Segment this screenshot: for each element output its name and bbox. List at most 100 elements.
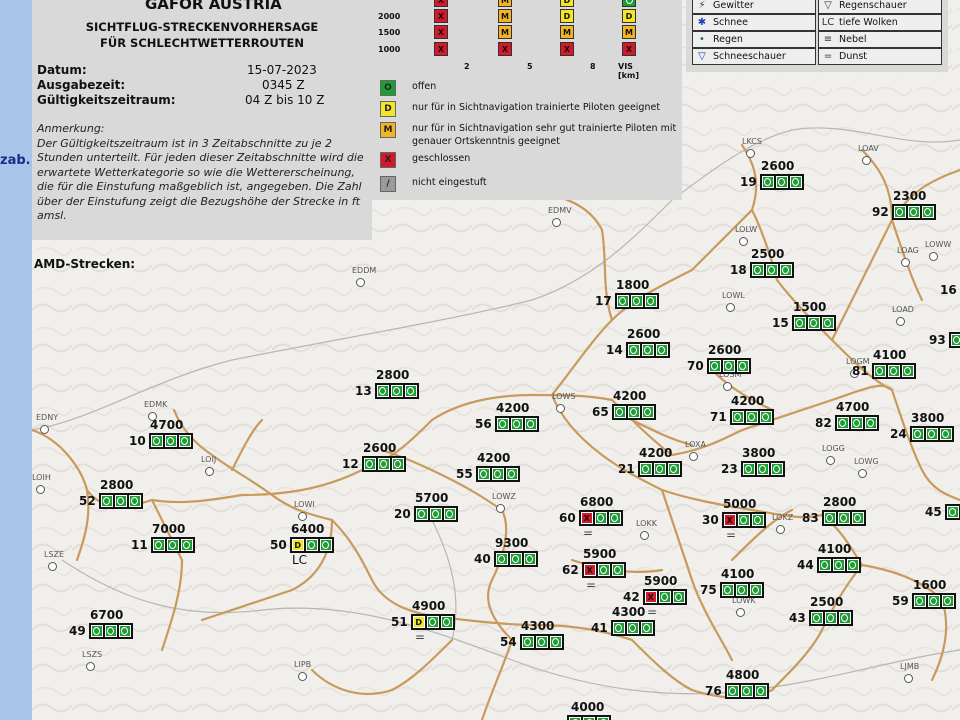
route-number: 12 xyxy=(342,457,359,471)
route-24[interactable]: 24 xyxy=(890,426,954,442)
route-categories xyxy=(567,715,611,720)
route-13[interactable]: 13 xyxy=(355,383,419,399)
route-70[interactable]: 70 xyxy=(687,358,751,374)
route-10[interactable]: 10 xyxy=(129,433,193,449)
route-20[interactable]: 20 xyxy=(394,506,458,522)
route-44[interactable]: 44 xyxy=(797,557,861,573)
route-76[interactable]: 76 xyxy=(705,683,769,699)
route-81[interactable]: 81 xyxy=(852,363,916,379)
route-altitude: 4300 xyxy=(612,605,646,619)
route-altitude: 4900 xyxy=(412,599,446,613)
legend-item: Dnur für in Sichtnavigation trainierte P… xyxy=(380,101,660,117)
route-12[interactable]: 12 xyxy=(342,456,406,472)
route-62[interactable]: 62 X xyxy=(562,562,626,578)
category-cell xyxy=(850,417,863,429)
category-cell xyxy=(616,295,629,307)
airport-marker xyxy=(48,562,57,571)
route-altitude: 2800 xyxy=(823,495,857,509)
route-number: 81 xyxy=(852,364,869,378)
route-65[interactable]: 65 xyxy=(592,404,656,420)
category-cell xyxy=(104,625,117,637)
route-altitude: 4800 xyxy=(726,668,760,682)
route-52[interactable]: 52 xyxy=(79,493,143,509)
route-categories xyxy=(719,582,764,598)
category-cell xyxy=(443,508,456,520)
route-49[interactable]: 49 xyxy=(69,623,133,639)
route-92[interactable]: 92 xyxy=(872,204,936,220)
airport-marker xyxy=(858,469,867,478)
category-cell xyxy=(737,514,750,526)
route-18[interactable]: 18 xyxy=(730,262,794,278)
route-59[interactable]: 59 xyxy=(892,593,956,609)
category-cell xyxy=(415,508,428,520)
legend-swatch: / xyxy=(380,176,396,192)
route-categories xyxy=(98,493,143,509)
category-cell xyxy=(864,417,877,429)
route-42[interactable]: 42 X xyxy=(623,589,687,605)
route-30[interactable]: 30 X xyxy=(702,512,766,528)
route-unlabeled[interactable] xyxy=(567,715,611,720)
category-cell xyxy=(913,595,926,607)
route-51[interactable]: 51 D xyxy=(391,614,455,630)
category-cell xyxy=(745,411,758,423)
vis-cell: M xyxy=(560,25,574,39)
route-75[interactable]: 75 xyxy=(700,582,764,598)
note-text: Der Gültigkeitszeitraum ist in 3 Zeitabs… xyxy=(37,136,364,223)
route-number: 14 xyxy=(606,343,623,357)
category-cell xyxy=(911,428,924,440)
route-40[interactable]: 40 xyxy=(474,551,538,567)
airport-label: LOGG xyxy=(822,444,845,453)
page-title: GAFOR AUSTRIA xyxy=(145,0,282,13)
route-83[interactable]: 83 xyxy=(802,510,866,526)
route-categories: X xyxy=(578,510,623,526)
route-number: 54 xyxy=(500,635,517,649)
route-number: 24 xyxy=(890,427,907,441)
route-21[interactable]: 21 xyxy=(618,461,682,477)
route-56[interactable]: 56 xyxy=(475,416,539,432)
route-11[interactable]: 11 xyxy=(131,537,195,553)
category-code: X xyxy=(583,513,590,523)
snow-shower-icon: ▽ xyxy=(698,51,706,62)
route-altitude: 4200 xyxy=(496,401,530,415)
route-17[interactable]: 17 xyxy=(595,293,659,309)
route-55[interactable]: 55 xyxy=(456,466,520,482)
category-cell xyxy=(376,385,389,397)
category-legend: 2000 1500 1000 X M D X M D D X M M M X X X X 2 5 8 VIS [km] O… xyxy=(372,0,682,200)
route-categories xyxy=(519,634,564,650)
route-41[interactable]: 41 xyxy=(591,620,655,636)
route-categories xyxy=(740,461,785,477)
route-number: 49 xyxy=(69,624,86,638)
category-cell xyxy=(377,458,390,470)
category-cell: X xyxy=(644,591,657,603)
route-43[interactable]: 43 xyxy=(789,610,853,626)
route-14[interactable]: 14 xyxy=(606,342,670,358)
route-45[interactable]: 45 xyxy=(925,504,960,520)
weather-legend-item: = Dunst xyxy=(818,48,942,65)
route-19[interactable]: 19 xyxy=(740,174,804,190)
category-cell xyxy=(837,512,850,524)
category-cell xyxy=(759,411,772,423)
route-16[interactable]: 16 xyxy=(940,282,960,298)
category-cell xyxy=(793,317,806,329)
vis-cell-code: D xyxy=(625,11,633,21)
route-15[interactable]: 15 xyxy=(772,315,836,331)
route-number: 17 xyxy=(595,294,612,308)
category-cell xyxy=(765,264,778,276)
legend-item: Xgeschlossen xyxy=(380,152,470,168)
category-cell xyxy=(505,468,518,480)
route-altitude: 7000 xyxy=(152,522,186,536)
route-71[interactable]: 71 xyxy=(710,409,774,425)
route-93[interactable]: 93 xyxy=(929,332,960,348)
airport-marker xyxy=(929,252,938,261)
route-categories xyxy=(808,610,853,626)
rain-shower-icon: ▽ xyxy=(824,0,832,11)
route-50[interactable]: 50 D xyxy=(270,537,334,553)
route-23[interactable]: 23 xyxy=(721,461,785,477)
airport-label: LOIJ xyxy=(201,455,217,464)
route-82[interactable]: 82 xyxy=(815,415,879,431)
route-60[interactable]: 60 X xyxy=(559,510,623,526)
category-cell: X xyxy=(723,514,736,526)
category-cell xyxy=(821,317,834,329)
vis-axis-label: 2 xyxy=(464,62,470,71)
route-54[interactable]: 54 xyxy=(500,634,564,650)
